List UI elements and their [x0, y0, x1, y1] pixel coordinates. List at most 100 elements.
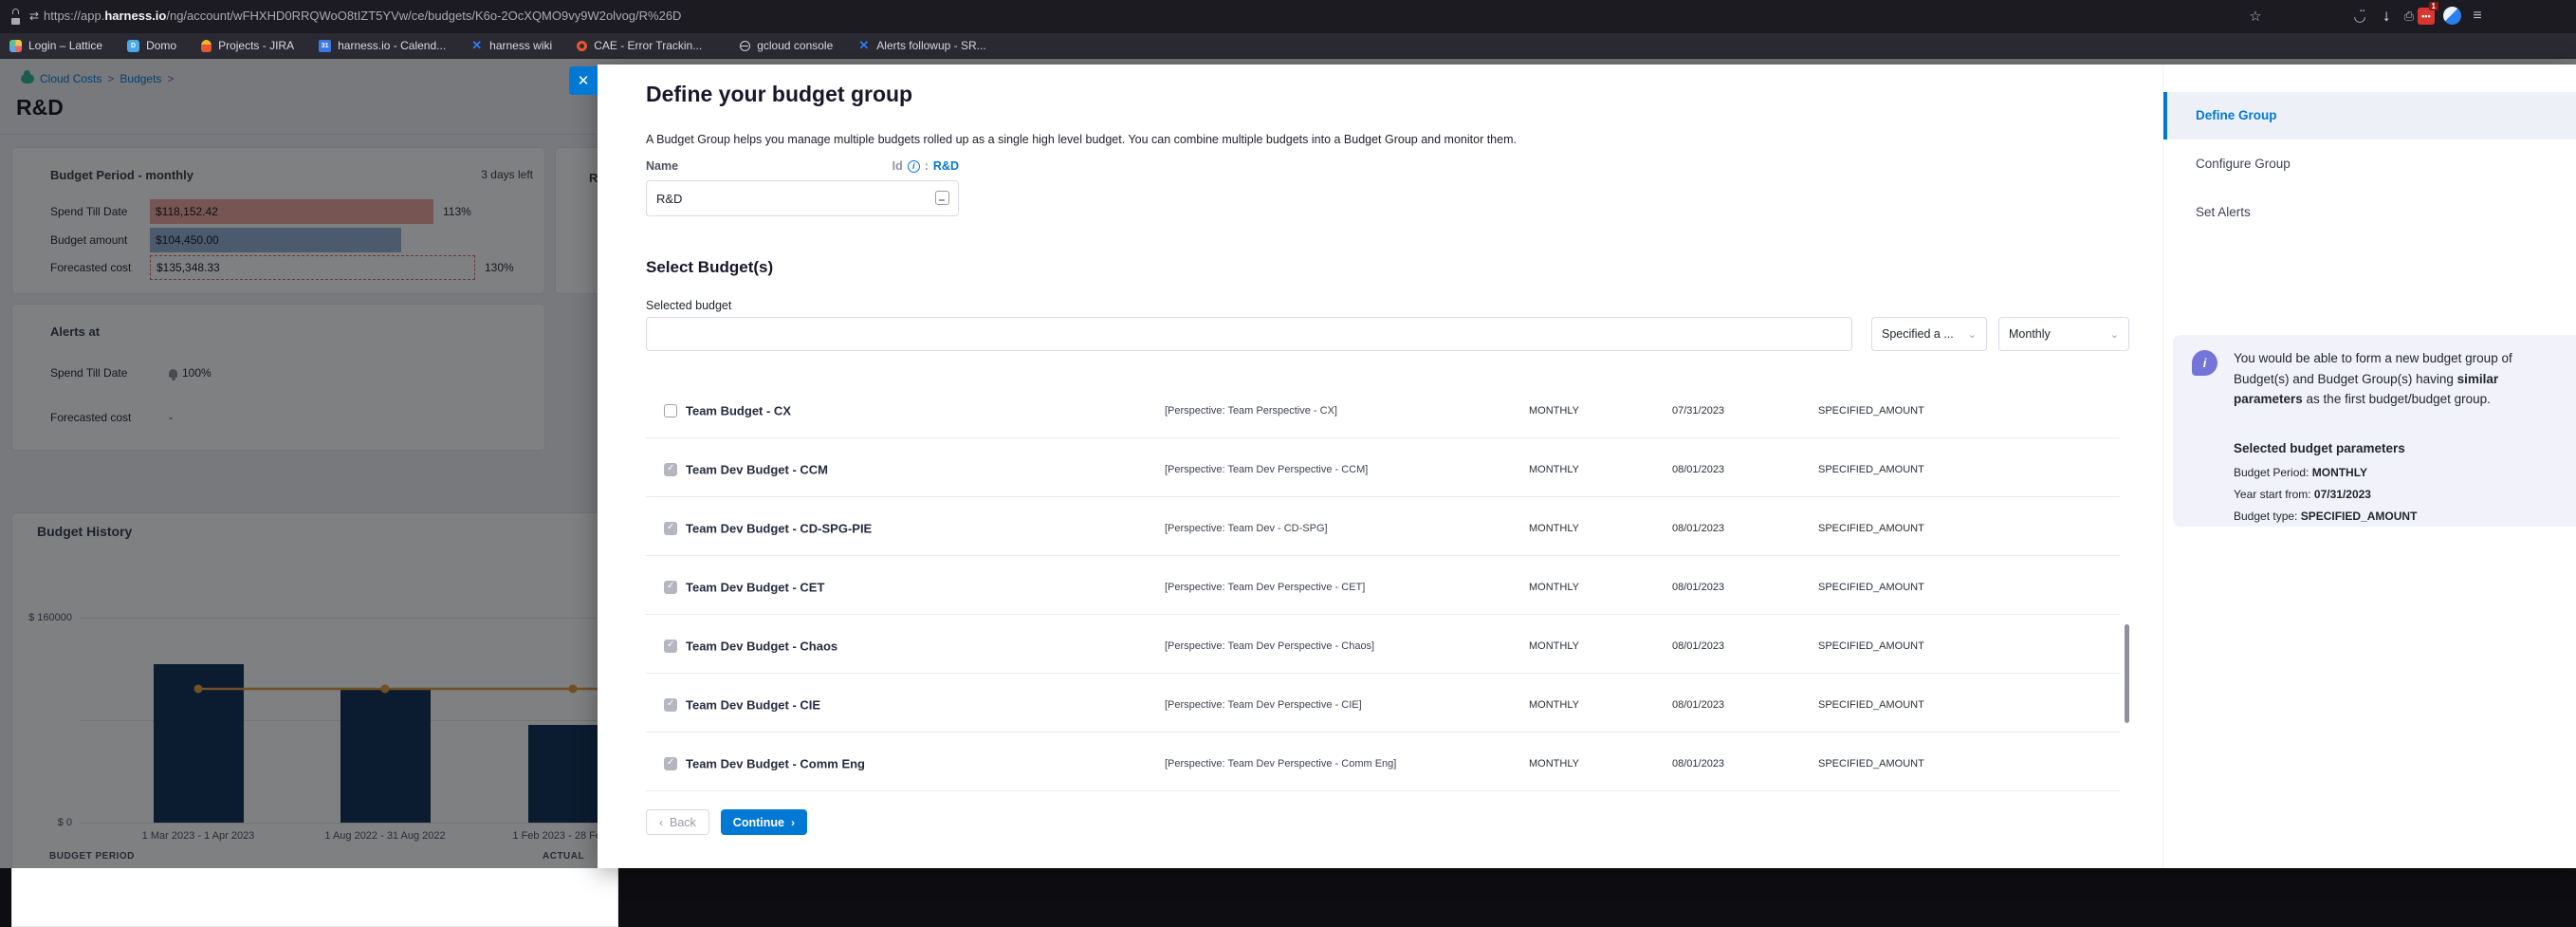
budget-row[interactable]: Team Dev Budget - CCM [Perspective: Team… — [646, 442, 2120, 497]
budget-type: SPECIFIED_AMOUNT — [1818, 640, 1924, 652]
budget-start-date: 08/01/2023 — [1672, 523, 1724, 534]
bookmark-label: gcloud console — [757, 39, 833, 52]
budget-start-date: 08/01/2023 — [1672, 699, 1724, 711]
budget-type: SPECIFIED_AMOUNT — [1818, 523, 1924, 534]
bookmark-item[interactable]: CAE - Error Trackin... — [577, 39, 702, 52]
budget-row[interactable]: Team Dev Budget - CD-SPG-PIE [Perspectiv… — [646, 501, 2120, 556]
budget-type: SPECIFIED_AMOUNT — [1818, 464, 1924, 475]
budget-start-date: 08/01/2023 — [1672, 758, 1724, 769]
bookmark-label: Login – Lattice — [28, 39, 102, 52]
pocket-icon[interactable]: ◡̈ — [2350, 7, 2369, 26]
budget-perspective: [Perspective: Team Perspective - CX] — [1165, 405, 1337, 417]
globe-favicon-icon — [740, 41, 750, 51]
id-group: Id i : R&D — [892, 159, 959, 173]
budget-row[interactable]: Team Dev Budget - CIE [Perspective: Team… — [646, 677, 2120, 732]
gcal-favicon-icon: 31 — [319, 40, 331, 52]
bookmark-item[interactable]: D Domo — [127, 39, 176, 52]
budget-type-value: Specified a ... — [1882, 327, 1954, 341]
bookmark-item[interactable]: 31 harness.io - Calend... — [319, 39, 446, 52]
bookmark-item[interactable]: Login – Lattice — [9, 39, 102, 52]
list-scrollbar[interactable] — [2125, 624, 2129, 723]
budget-name: Team Dev Budget - Comm Eng — [686, 756, 865, 770]
extension-dots: ••• — [2421, 11, 2430, 21]
site-permissions-icon[interactable]: ⇄ — [25, 7, 44, 26]
bookmarks-bar: Login – Lattice D Domo Projects - JIRA 3… — [0, 33, 2576, 59]
bookmark-item[interactable]: ✕ Alerts followup - SR... — [857, 39, 985, 52]
profile-avatar[interactable] — [2443, 7, 2461, 25]
selected-budget-input[interactable] — [646, 317, 1852, 351]
downloads-icon[interactable]: ⭣ — [2377, 7, 2396, 26]
budget-start-date: 08/01/2023 — [1672, 464, 1724, 475]
close-icon[interactable]: ✕ — [569, 66, 598, 95]
bookmark-item[interactable]: ✕ harness wiki — [470, 39, 552, 52]
sidebar-extension-icon[interactable]: ⎙ — [2400, 7, 2419, 26]
budget-type: SPECIFIED_AMOUNT — [1818, 699, 1924, 711]
continue-label: Continue — [733, 816, 784, 829]
continue-button[interactable]: Continue › — [721, 809, 807, 835]
select-budgets-heading: Select Budget(s) — [646, 258, 773, 277]
budget-perspective: [Perspective: Team Dev Perspective - Com… — [1165, 758, 1396, 769]
modal-title: Define your budget group — [646, 82, 912, 107]
name-label: Name — [646, 159, 678, 173]
param-line: Year start from: 07/31/2023 — [2234, 488, 2417, 501]
budget-period: MONTHLY — [1529, 758, 1579, 769]
budget-row[interactable]: Team Dev Budget - Chaos [Perspective: Te… — [646, 619, 2120, 674]
budget-checkbox[interactable] — [664, 404, 677, 417]
budget-checkbox[interactable] — [664, 640, 677, 653]
budget-checkbox[interactable] — [664, 522, 677, 535]
info-panel: i You would be able to form a new budget… — [2173, 335, 2576, 527]
url-text[interactable]: https://app.harness.io/ng/account/wFHXHD… — [44, 9, 681, 23]
wizard-step-set-alerts[interactable]: Set Alerts — [2163, 189, 2576, 236]
param-line: Budget Period: MONTHLY — [2234, 466, 2417, 479]
budget-period: MONTHLY — [1529, 464, 1579, 475]
lock-icon — [6, 7, 25, 26]
budget-checkbox[interactable] — [664, 463, 677, 476]
budget-name: Team Budget - CX — [686, 403, 791, 417]
budget-perspective: [Perspective: Team Dev Perspective - CCM… — [1165, 464, 1368, 475]
chevron-right-icon: › — [791, 816, 795, 829]
browser-url-bar: ⇄ https://app.harness.io/ng/account/wFHX… — [0, 0, 2576, 33]
budget-period: MONTHLY — [1529, 405, 1579, 417]
sentry-favicon-icon — [577, 41, 587, 51]
budget-name: Team Dev Budget - Chaos — [686, 639, 837, 653]
password-manager-extension-icon[interactable]: ••• 1 — [2418, 8, 2435, 25]
chevron-down-icon: ⌄ — [1968, 328, 1977, 341]
budget-period: MONTHLY — [1529, 582, 1579, 593]
bookmark-star-icon[interactable]: ☆ — [2246, 7, 2265, 26]
budget-checkbox[interactable] — [664, 698, 677, 712]
budget-period: MONTHLY — [1529, 699, 1579, 711]
bookmark-label: CAE - Error Trackin... — [594, 39, 702, 52]
bookmark-label: Alerts followup - SR... — [876, 39, 985, 52]
back-button[interactable]: ‹ Back — [646, 809, 709, 835]
bookmark-item[interactable]: gcloud console — [740, 39, 833, 52]
bookmark-label: harness.io - Calend... — [338, 39, 446, 52]
budget-row[interactable]: Team Dev Budget - CET [Perspective: Team… — [646, 560, 2120, 615]
budget-period-dropdown[interactable]: Monthly ⌄ — [1998, 317, 2129, 351]
wizard-step-define-group[interactable]: Define Group — [2163, 92, 2576, 139]
budget-period-value: Monthly — [2009, 327, 2051, 341]
info-icon[interactable]: i — [908, 160, 920, 173]
selected-budget-label: Selected budget — [646, 299, 731, 312]
budget-row[interactable]: Team Dev Budget - Comm Eng [Perspective:… — [646, 736, 2120, 791]
budget-perspective: [Perspective: Team Dev Perspective - CET… — [1165, 582, 1365, 593]
menu-icon[interactable]: ≡ — [2468, 7, 2487, 26]
domo-favicon-icon: D — [127, 40, 139, 52]
budget-type-dropdown[interactable]: Specified a ... ⌄ — [1871, 317, 1987, 351]
budget-checkbox[interactable] — [664, 581, 677, 594]
id-separator: : — [925, 159, 929, 173]
budget-type: SPECIFIED_AMOUNT — [1818, 758, 1924, 769]
confluence-favicon-icon: ✕ — [857, 40, 870, 52]
budget-name: Team Dev Budget - CCM — [686, 462, 828, 476]
budget-perspective: [Perspective: Team Dev - CD-SPG] — [1165, 523, 1328, 534]
name-input[interactable] — [646, 180, 959, 216]
wizard-step-configure-group[interactable]: Configure Group — [2163, 140, 2576, 188]
id-value[interactable]: R&D — [933, 159, 959, 173]
bookmark-label: Projects - JIRA — [218, 39, 294, 52]
bookmark-item[interactable]: Projects - JIRA — [201, 39, 294, 52]
budget-period: MONTHLY — [1529, 523, 1579, 534]
budget-row[interactable]: Team Budget - CX [Perspective: Team Pers… — [646, 383, 2120, 438]
id-label: Id — [892, 159, 903, 173]
info-bubble-icon: i — [2192, 350, 2217, 376]
confluence-favicon-icon: ✕ — [470, 40, 483, 52]
budget-checkbox[interactable] — [664, 757, 677, 770]
